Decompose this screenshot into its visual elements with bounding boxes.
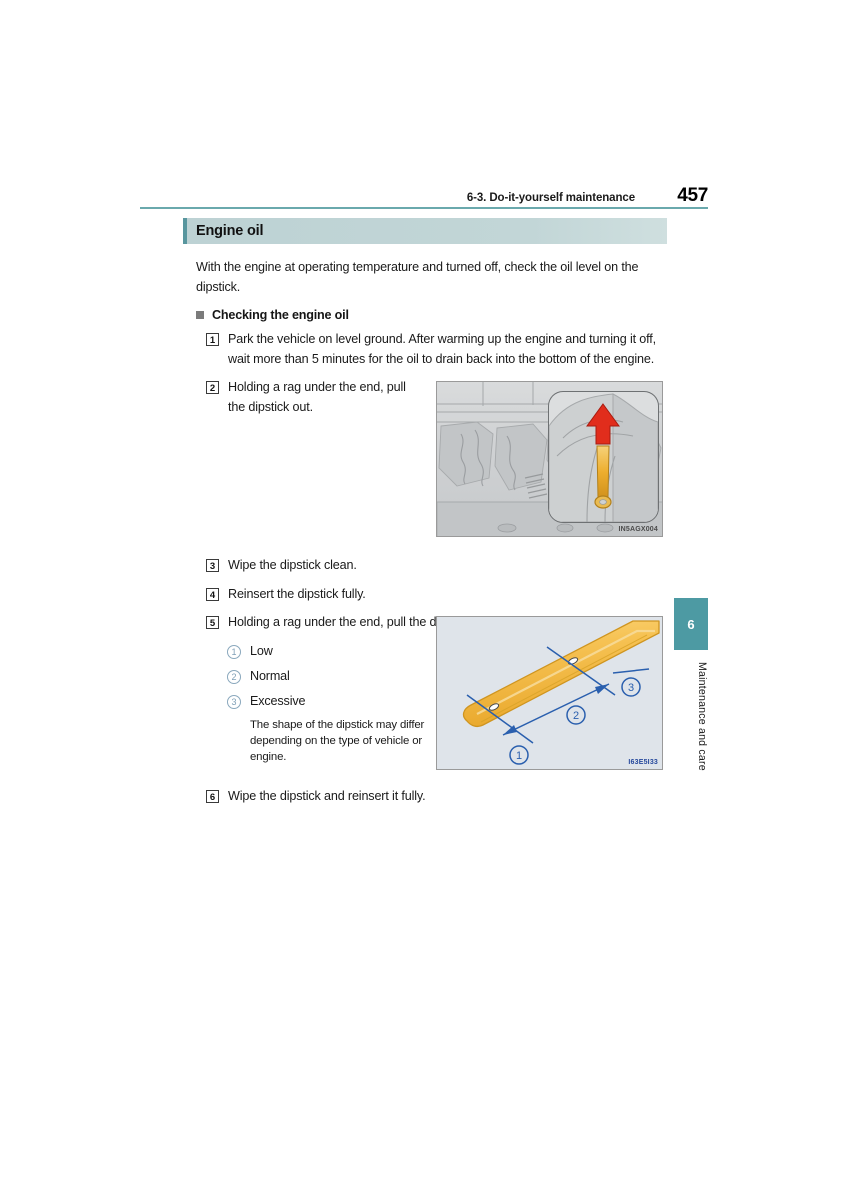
step-text: Reinsert the dipstick fully.	[228, 586, 366, 601]
page-header: 6-3. Do-it-yourself maintenance 457	[140, 178, 708, 208]
step-number: 1	[206, 333, 219, 346]
step-item: 4 Reinsert the dipstick fully.	[206, 585, 667, 605]
svg-text:2: 2	[573, 710, 579, 722]
step-item: 6 Wipe the dipstick and reinsert it full…	[206, 787, 667, 807]
step-item: 1 Park the vehicle on level ground. Afte…	[206, 330, 667, 369]
magnified-callout	[548, 391, 659, 523]
subheading-text: Checking the engine oil	[212, 308, 349, 322]
oil-level-label: Excessive	[250, 693, 306, 708]
figure-dipstick: 1 2 3 I63E5I33	[436, 616, 663, 770]
dipstick-illustration: 1 2 3	[437, 617, 662, 769]
step-number: 4	[206, 587, 219, 601]
section-lead-paragraph: With the engine at operating temperature…	[196, 260, 639, 294]
step-number: 2	[206, 381, 219, 394]
step-text: Park the vehicle on level ground. After …	[228, 332, 656, 366]
svg-text:1: 1	[516, 750, 522, 762]
engine-bay-illustration	[437, 382, 662, 536]
header-section-title: 6-3. Do-it-yourself maintenance	[466, 192, 635, 204]
oil-level-note: The shape of the dipstick may differ dep…	[250, 718, 425, 763]
oil-level-item: 3 Excessive	[227, 692, 427, 711]
section-accent-bar	[183, 218, 187, 244]
header-divider	[140, 207, 708, 209]
oil-level-label: Low	[250, 643, 273, 658]
step-text: Wipe the dipstick clean.	[228, 558, 357, 572]
figure-engine-bay: IN5AGX004	[436, 381, 663, 537]
section-heading-text: Engine oil	[196, 223, 264, 239]
circled-number-icon: 3	[227, 694, 241, 709]
circled-number-icon: 2	[227, 669, 241, 684]
step-number: 5	[206, 616, 219, 629]
chapter-number-badge: 6	[674, 598, 708, 650]
procedure-steps-bottom: 6 Wipe the dipstick and reinsert it full…	[206, 787, 667, 807]
section-heading-bar: Engine oil	[183, 218, 667, 244]
figure-code: IN5AGX004	[618, 526, 658, 533]
step-number: 6	[206, 789, 219, 803]
subheading: Checking the engine oil	[196, 308, 667, 322]
circled-number-icon: 1	[227, 644, 241, 659]
figure-code: I63E5I33	[628, 759, 658, 766]
oil-level-item: 1 Low	[227, 642, 427, 661]
oil-level-item: 2 Normal	[227, 667, 427, 686]
step-number: 3	[206, 559, 219, 572]
manual-page: 6-3. Do-it-yourself maintenance 457 Engi…	[0, 0, 848, 1200]
oil-level-label: Normal	[250, 668, 290, 683]
chapter-name-label: Maintenance and care	[696, 662, 708, 771]
step-item: 3 Wipe the dipstick clean.	[206, 556, 667, 576]
square-bullet-icon	[196, 311, 204, 319]
oil-level-list: 1 Low 2 Normal 3 Excessive The shape of …	[227, 642, 427, 765]
chapter-side-tab: 6 Maintenance and care	[674, 598, 708, 771]
page-number: 457	[677, 185, 708, 206]
step-text: Holding a rag under the end, pull the di…	[228, 380, 406, 414]
step-text: Wipe the dipstick and reinsert it fully.	[228, 788, 426, 803]
svg-text:3: 3	[628, 682, 634, 694]
